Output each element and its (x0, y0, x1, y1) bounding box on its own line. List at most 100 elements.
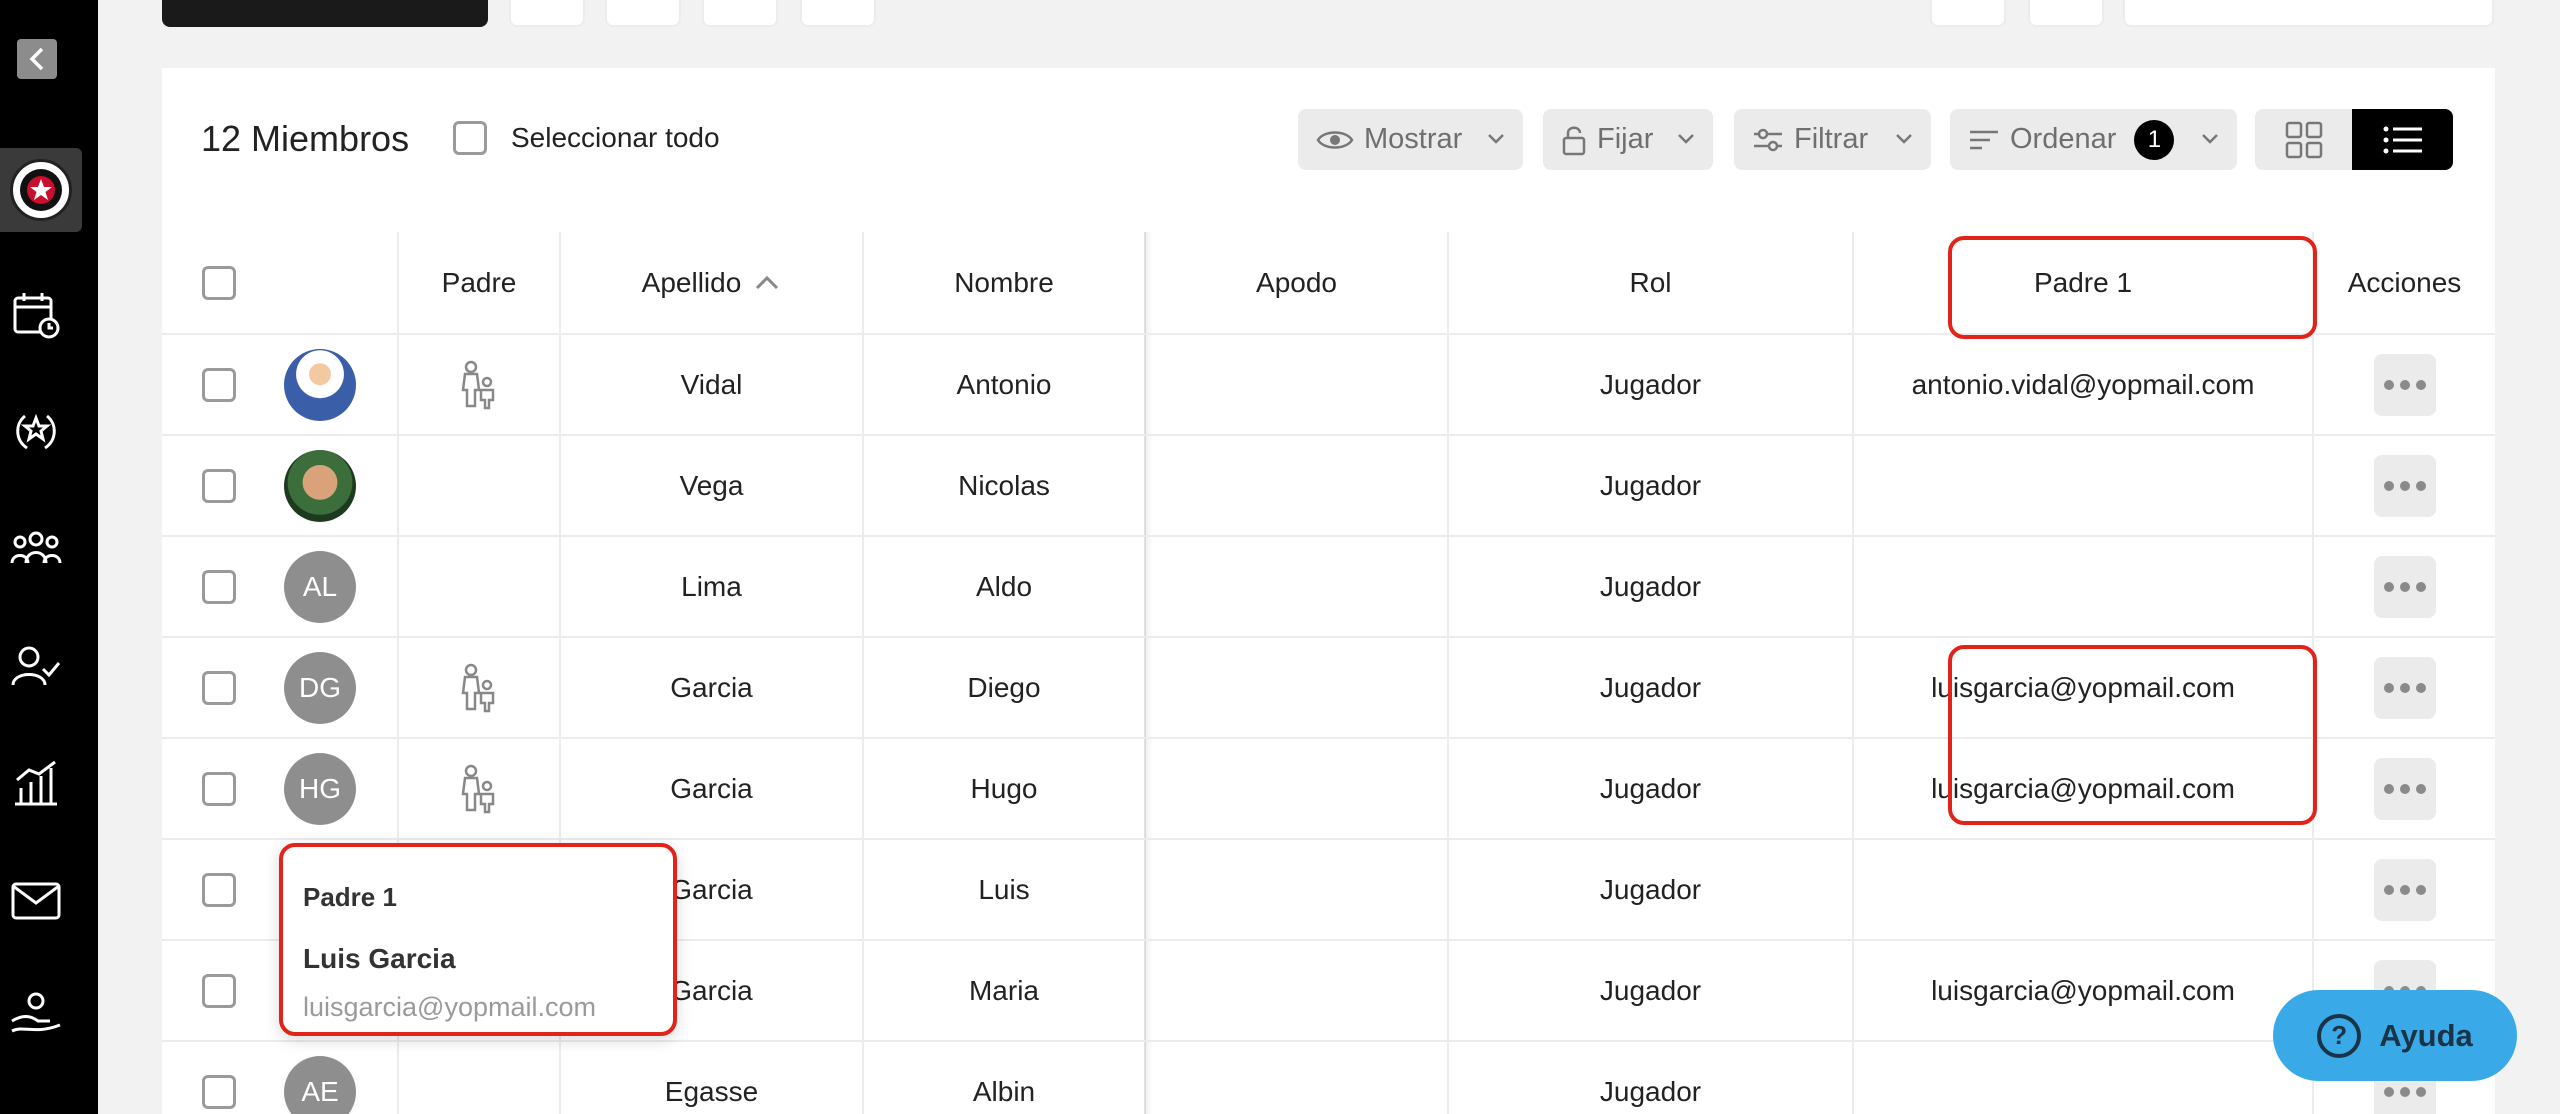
more-actions-button[interactable] (2373, 757, 2436, 820)
club-selector[interactable] (0, 148, 82, 232)
sort-button[interactable]: Ordenar 1 (1950, 109, 2237, 170)
row-checkbox[interactable] (202, 771, 236, 806)
parent-tooltip: Padre 1 Luis Garcia luisgarcia@yopmail.c… (279, 843, 677, 1036)
more-actions-button[interactable] (2373, 353, 2436, 416)
column-nickname[interactable]: Apodo (1146, 232, 1447, 333)
cell-parent1[interactable] (1854, 1042, 2312, 1114)
pin-label: Fijar (1597, 123, 1654, 155)
column-actions: Acciones (2347, 266, 2462, 298)
more-actions-button[interactable] (2373, 858, 2436, 921)
more-actions-button[interactable] (2373, 555, 2436, 618)
pin-button[interactable]: Fijar (1543, 109, 1713, 170)
cell-first-name: Nicolas (958, 469, 1050, 501)
row-checkbox[interactable] (202, 569, 236, 604)
more-actions-button[interactable] (2373, 656, 2436, 719)
row-checkbox[interactable] (202, 1074, 236, 1109)
toolbar-button-3[interactable] (702, 0, 778, 27)
mail-icon[interactable] (9, 874, 63, 928)
cell-parent1[interactable] (1854, 537, 2312, 636)
lock-icon (1562, 126, 1586, 155)
cell-first-name: Diego (967, 671, 1041, 703)
stats-chart-icon[interactable] (9, 756, 63, 810)
tooltip-title: Padre 1 (303, 882, 397, 912)
help-label: Ayuda (2379, 1017, 2473, 1053)
cell-nickname (1146, 335, 1447, 434)
cell-first-name: Antonio (956, 368, 1052, 400)
header-checkbox[interactable] (202, 265, 236, 300)
cell-last-name: Vidal (680, 368, 743, 400)
select-all[interactable]: Seleccionar todo (453, 121, 720, 155)
highlight-padre1-header (1948, 236, 2317, 339)
filter-button[interactable]: Filtrar (1734, 109, 1931, 170)
avatar (284, 449, 356, 522)
tooltip-parent-email: luisgarcia@yopmail.com (303, 992, 597, 1022)
chevron-down-icon (1488, 134, 1504, 144)
cell-nickname (1146, 537, 1447, 636)
toolbar-button-2[interactable] (605, 0, 681, 27)
cell-role: Jugador (1599, 368, 1702, 400)
column-parent[interactable]: Padre (399, 232, 559, 333)
user-check-icon[interactable] (9, 640, 63, 694)
avatar: AL (284, 550, 356, 623)
column-role[interactable]: Rol (1449, 232, 1852, 333)
team-group-icon[interactable] (9, 522, 63, 576)
cell-nickname (1146, 941, 1447, 1040)
sort-count-badge: 1 (2134, 119, 2175, 160)
filter-sliders-icon (1754, 128, 1782, 151)
grid-icon (2285, 121, 2322, 158)
list-view-button[interactable] (2352, 109, 2453, 170)
toolbar-button-4[interactable] (800, 0, 876, 27)
back-button[interactable] (17, 39, 57, 79)
cell-parent1[interactable] (1854, 840, 2312, 939)
row-checkbox[interactable] (202, 367, 236, 402)
row-checkbox[interactable] (202, 872, 236, 907)
sort-lines-icon (1970, 130, 1998, 149)
cell-parent1[interactable]: antonio.vidal@yopmail.com (1854, 335, 2312, 434)
search-button[interactable] (2028, 0, 2104, 27)
cell-parent1[interactable]: luisgarcia@yopmail.com (1854, 941, 2312, 1040)
highlight-padre1-cells (1948, 645, 2317, 825)
cell-nickname (1146, 638, 1447, 737)
row-checkbox[interactable] (202, 670, 236, 705)
cell-last-name: Vega (679, 469, 744, 501)
select-all-checkbox[interactable] (453, 121, 487, 155)
question-icon: ? (2317, 1013, 2362, 1058)
toolbar-button-1[interactable] (509, 0, 585, 27)
toolbar-button-5[interactable] (1930, 0, 2006, 27)
table-row[interactable]: AL Lima Aldo Jugador (162, 535, 2495, 636)
cell-first-name: Maria (968, 974, 1039, 1006)
table-row[interactable]: Vega Nicolas Jugador (162, 434, 2495, 535)
grid-view-button[interactable] (2255, 109, 2352, 170)
laurel-trophy-icon[interactable] (9, 404, 63, 458)
chevron-left-icon (29, 47, 44, 71)
show-button[interactable]: Mostrar (1298, 109, 1523, 170)
chevron-down-icon (1896, 134, 1912, 144)
sort-asc-icon (756, 275, 779, 289)
avatar: AE (284, 1055, 356, 1114)
parent-icon (399, 638, 559, 737)
row-checkbox[interactable] (202, 973, 236, 1008)
list-icon (2383, 126, 2422, 153)
add-member-button[interactable] (162, 0, 488, 27)
table-row[interactable]: AE Egasse Albin Jugador (162, 1040, 2495, 1114)
row-checkbox[interactable] (202, 468, 236, 503)
column-last-name[interactable]: Apellido (561, 232, 862, 333)
cell-nickname (1146, 840, 1447, 939)
cell-parent1[interactable] (1854, 436, 2312, 535)
cell-last-name: Egasse (664, 1075, 759, 1107)
hand-payment-icon[interactable] (9, 988, 63, 1042)
show-label: Mostrar (1364, 123, 1463, 155)
cell-nickname (1146, 1042, 1447, 1114)
avatar: HG (284, 752, 356, 825)
more-actions-button[interactable] (2373, 454, 2436, 517)
cell-role: Jugador (1599, 570, 1702, 602)
calendar-clock-icon[interactable] (9, 288, 63, 342)
column-first-name[interactable]: Nombre (864, 232, 1144, 333)
cell-last-name: Garcia (670, 772, 753, 804)
cell-first-name: Hugo (970, 772, 1038, 804)
cell-role: Jugador (1599, 873, 1702, 905)
table-row[interactable]: Vidal Antonio Jugador antonio.vidal@yopm… (162, 333, 2495, 434)
help-button[interactable]: ? Ayuda (2273, 990, 2517, 1081)
chevron-down-icon (2202, 134, 2218, 144)
search-input[interactable] (2123, 0, 2494, 27)
